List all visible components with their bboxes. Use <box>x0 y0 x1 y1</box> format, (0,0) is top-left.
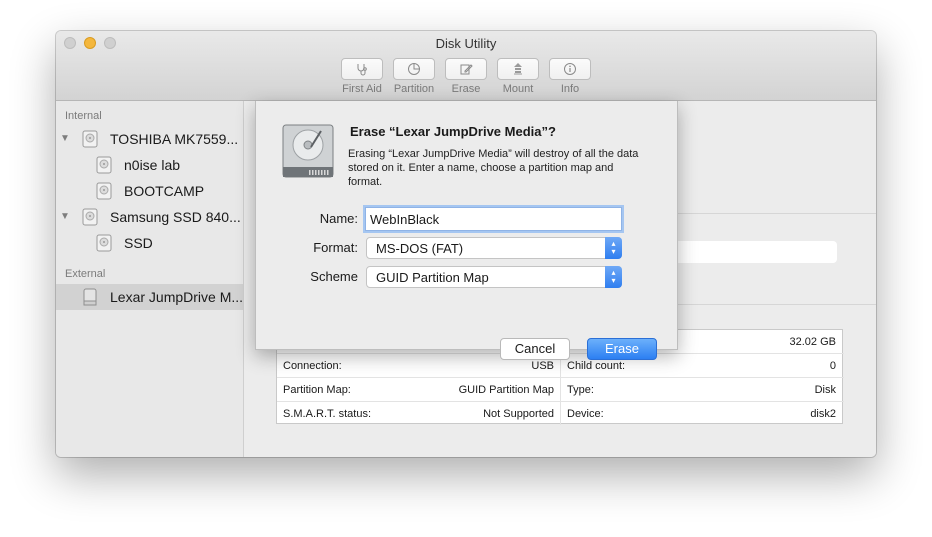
partition-label: Partition <box>393 83 435 95</box>
sidebar-item-label: Lexar JumpDrive M... <box>110 289 244 305</box>
volume-icon <box>96 182 112 200</box>
connection-key: Connection: <box>283 360 342 372</box>
table-row: S.M.A.R.T. status: Not Supported <box>277 402 560 426</box>
hard-disk-icon <box>82 130 98 148</box>
sidebar: Internal ▼ TOSHIBA MK7559... n0ise lab B… <box>56 101 244 457</box>
sidebar-item-label: n0ise lab <box>124 157 181 173</box>
disk-utility-window: Disk Utility First Aid Partition Erase M… <box>56 31 876 457</box>
format-value: MS-DOS (FAT) <box>376 241 464 256</box>
capacity-value: 32.02 GB <box>789 336 836 348</box>
hard-drive-icon <box>282 124 334 178</box>
smart-status-key: S.M.A.R.T. status: <box>283 408 372 420</box>
sidebar-section-external: External <box>65 268 106 280</box>
child-count-value: 0 <box>829 360 836 372</box>
mount-icon <box>514 63 522 75</box>
partition-map-value: GUID Partition Map <box>458 384 554 396</box>
partition-button[interactable] <box>393 58 435 80</box>
first-aid-label: First Aid <box>342 83 382 95</box>
cancel-button[interactable]: Cancel <box>500 338 570 360</box>
window-title: Disk Utility <box>435 36 497 51</box>
scheme-select[interactable]: GUID Partition Map ▴ ▾ <box>366 266 622 288</box>
device-key: Device: <box>567 408 604 420</box>
first-aid-button[interactable] <box>341 58 383 80</box>
erase-dialog: Erase “Lexar JumpDrive Media”? Erasing “… <box>255 101 678 360</box>
format-label: Format: <box>313 240 358 255</box>
toolbar: Disk Utility First Aid Partition Erase M… <box>56 31 876 101</box>
external-drive-icon <box>83 288 97 306</box>
table-row: Device: disk2 <box>561 402 842 426</box>
disclosure-triangle-icon[interactable]: ▼ <box>60 133 70 144</box>
pencil-icon <box>460 64 473 75</box>
erase-button[interactable]: Erase <box>587 338 657 360</box>
table-row: Type: Disk <box>561 378 842 402</box>
device-value: disk2 <box>810 408 836 420</box>
sidebar-item-bootcamp[interactable]: BOOTCAMP <box>56 178 243 204</box>
sidebar-item-lexar-jumpdrive[interactable]: Lexar JumpDrive M... <box>56 284 243 310</box>
scheme-value: GUID Partition Map <box>376 270 489 285</box>
partition-map-key: Partition Map: <box>283 384 351 396</box>
sidebar-item-label: Samsung SSD 840... <box>110 209 241 225</box>
volume-icon <box>96 234 112 252</box>
info-icon <box>564 63 576 75</box>
format-select[interactable]: MS-DOS (FAT) ▴ ▾ <box>366 237 622 259</box>
info-label: Info <box>560 83 580 95</box>
sidebar-item-label: BOOTCAMP <box>124 183 205 199</box>
volume-icon <box>96 156 112 174</box>
sidebar-item-n0ise-lab[interactable]: n0ise lab <box>56 152 243 178</box>
erase-toolbar-label: Erase <box>451 83 481 95</box>
table-row: Partition Map: GUID Partition Map <box>277 378 560 402</box>
smart-status-value: Not Supported <box>483 408 554 420</box>
info-button[interactable] <box>549 58 591 80</box>
updown-chevron-icon: ▴ ▾ <box>605 237 622 259</box>
dialog-message: Erasing “Lexar JumpDrive Media” will des… <box>348 148 639 188</box>
dialog-title: Erase “Lexar JumpDrive Media”? <box>350 124 556 139</box>
sidebar-item-samsung[interactable]: ▼ Samsung SSD 840... <box>56 204 243 230</box>
pie-icon <box>408 63 420 75</box>
divider <box>678 304 876 305</box>
mount-button[interactable] <box>497 58 539 80</box>
divider <box>678 213 876 214</box>
stethoscope-icon <box>357 64 367 76</box>
disclosure-triangle-icon[interactable]: ▼ <box>60 211 70 222</box>
name-label: Name: <box>319 211 358 226</box>
sidebar-item-label: SSD <box>124 235 153 251</box>
name-field[interactable] <box>365 207 622 231</box>
sidebar-section-internal: Internal <box>65 110 102 122</box>
scheme-label: Scheme <box>310 269 358 284</box>
updown-chevron-icon: ▴ ▾ <box>605 266 622 288</box>
type-key: Type: <box>567 384 594 396</box>
sidebar-item-label: TOSHIBA MK7559... <box>110 131 239 147</box>
hard-disk-icon <box>82 208 98 226</box>
mount-label: Mount <box>502 83 534 95</box>
sidebar-item-toshiba[interactable]: ▼ TOSHIBA MK7559... <box>56 126 243 152</box>
erase-toolbar-button[interactable] <box>445 58 487 80</box>
sidebar-item-ssd[interactable]: SSD <box>56 230 243 256</box>
type-value: Disk <box>814 384 836 396</box>
